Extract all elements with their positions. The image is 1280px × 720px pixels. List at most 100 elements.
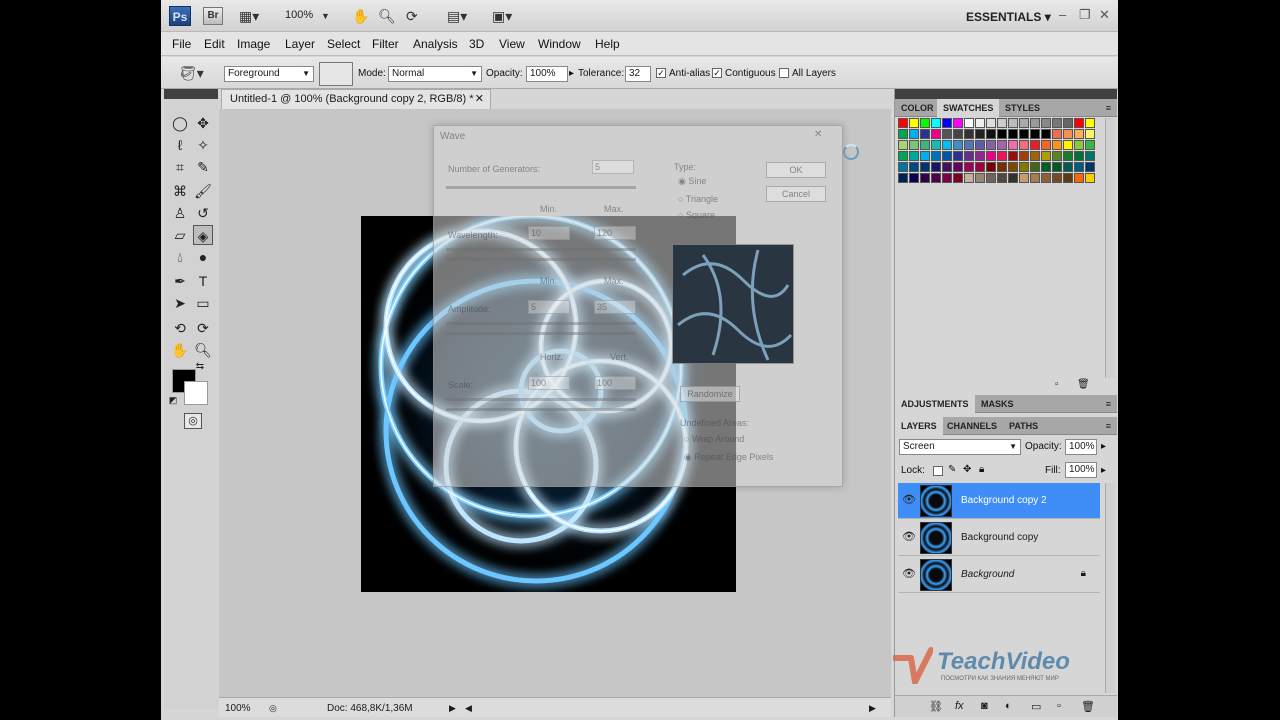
color-swatch[interactable]: [986, 173, 996, 183]
tab-channels[interactable]: CHANNELS: [941, 417, 1003, 435]
color-swatch[interactable]: [1085, 140, 1095, 150]
scale-slider-top[interactable]: [446, 398, 636, 401]
color-swatch[interactable]: [931, 162, 941, 172]
rectangle-tool-icon[interactable]: ▭: [193, 293, 213, 313]
color-swatch[interactable]: [920, 173, 930, 183]
color-swatch[interactable]: [942, 151, 952, 161]
wrap-around-radio[interactable]: ○ Wrap Around: [684, 434, 744, 444]
color-swatch[interactable]: [1085, 173, 1095, 183]
color-swatch[interactable]: [1019, 173, 1029, 183]
zoom-icon[interactable]: 🔍︎: [378, 7, 396, 25]
adjustments-menu-icon[interactable]: ≡: [1106, 399, 1111, 409]
color-swatch[interactable]: [1063, 140, 1073, 150]
color-swatch[interactable]: [975, 140, 985, 150]
color-swatch[interactable]: [997, 129, 1007, 139]
color-swatch[interactable]: [898, 129, 908, 139]
color-swatch[interactable]: [1052, 129, 1062, 139]
color-swatch[interactable]: [1019, 151, 1029, 161]
color-swatch[interactable]: [1030, 140, 1040, 150]
color-swatch[interactable]: [898, 118, 908, 128]
menu-help[interactable]: Help: [595, 37, 620, 51]
wavelength-max-input[interactable]: 120: [594, 226, 636, 240]
swap-colors-icon[interactable]: ⇆: [194, 361, 206, 373]
color-swatch[interactable]: [1041, 118, 1051, 128]
crop-tool-icon[interactable]: ⌗: [170, 157, 190, 177]
magic-wand-tool-icon[interactable]: ✧: [193, 135, 213, 155]
generators-slider[interactable]: [446, 186, 636, 189]
color-swatch[interactable]: [1041, 151, 1051, 161]
color-swatch[interactable]: [1041, 162, 1051, 172]
amplitude-min-input[interactable]: 5: [528, 300, 570, 314]
color-swatch[interactable]: [931, 129, 941, 139]
amplitude-slider-bottom[interactable]: [446, 332, 636, 335]
scroll-left-icon[interactable]: ◀: [465, 703, 472, 714]
status-info-icon[interactable]: ◎: [269, 703, 277, 714]
color-swatch[interactable]: [898, 162, 908, 172]
3d-orbit-tool-icon[interactable]: ⟳: [193, 318, 213, 338]
amplitude-max-input[interactable]: 35: [594, 300, 636, 314]
menu-layer[interactable]: Layer: [285, 37, 315, 51]
lock-position-icon[interactable]: ✥: [963, 464, 971, 475]
menu-view[interactable]: View: [499, 37, 525, 51]
layer-row[interactable]: 👁︎ Background 🔒︎: [898, 557, 1100, 593]
color-swatch[interactable]: [964, 151, 974, 161]
color-swatch[interactable]: [909, 162, 919, 172]
lock-all-icon[interactable]: 🔒︎: [979, 464, 984, 475]
color-swatch[interactable]: [953, 162, 963, 172]
color-swatch[interactable]: [986, 129, 996, 139]
bridge-button[interactable]: Br: [203, 7, 223, 25]
generators-input[interactable]: 5: [592, 160, 634, 174]
quick-mask-icon[interactable]: ◎: [184, 413, 202, 429]
default-colors-icon[interactable]: ◩: [168, 395, 178, 405]
color-swatch[interactable]: [1030, 151, 1040, 161]
eyedropper-tool-icon[interactable]: ✎: [193, 157, 213, 177]
dodge-tool-icon[interactable]: ●: [193, 247, 213, 267]
color-swatch[interactable]: [942, 162, 952, 172]
type-triangle-radio[interactable]: ○ Triangle: [678, 194, 718, 204]
zoom-tool-icon[interactable]: 🔍︎: [193, 340, 213, 360]
path-selection-tool-icon[interactable]: ➤: [170, 293, 190, 313]
pen-tool-icon[interactable]: ✒: [170, 271, 190, 291]
tools-panel-header[interactable]: [164, 89, 218, 99]
color-swatch[interactable]: [1085, 162, 1095, 172]
color-swatch[interactable]: [975, 129, 985, 139]
minimize-icon[interactable]: –: [1059, 7, 1066, 22]
blur-tool-icon[interactable]: 💧︎: [170, 247, 190, 267]
color-swatch[interactable]: [1074, 129, 1084, 139]
color-swatch[interactable]: [975, 118, 985, 128]
color-swatch[interactable]: [1041, 173, 1051, 183]
move-tool-icon[interactable]: ✥: [193, 113, 213, 133]
color-swatch[interactable]: [1085, 118, 1095, 128]
color-swatch[interactable]: [986, 140, 996, 150]
cancel-button[interactable]: Cancel: [766, 186, 826, 202]
color-swatch[interactable]: [1052, 140, 1062, 150]
history-brush-tool-icon[interactable]: ↺: [193, 203, 213, 223]
layers-scrollbar[interactable]: [1105, 483, 1115, 693]
tab-masks[interactable]: MASKS: [975, 395, 1020, 413]
color-swatch[interactable]: [931, 118, 941, 128]
type-sine-radio[interactable]: ◉ Sine: [678, 176, 706, 187]
tab-swatches[interactable]: SWATCHES: [937, 99, 1000, 117]
status-menu-arrow-icon[interactable]: ▶: [449, 703, 456, 714]
eye-icon[interactable]: 👁︎: [902, 493, 916, 507]
tab-paths[interactable]: PATHS: [1003, 417, 1044, 435]
panels-dock-header[interactable]: [895, 89, 1117, 99]
delete-swatch-icon[interactable]: 🗑︎: [1077, 379, 1090, 390]
delete-layer-icon[interactable]: 🗑︎: [1081, 700, 1095, 713]
restore-icon[interactable]: ❐: [1079, 7, 1091, 23]
scale-vert-input[interactable]: 100: [594, 376, 636, 390]
menu-analysis[interactable]: Analysis: [413, 37, 458, 51]
randomize-button[interactable]: Randomize: [680, 386, 740, 402]
tolerance-input[interactable]: 32: [625, 66, 651, 82]
color-swatch[interactable]: [964, 129, 974, 139]
color-swatch[interactable]: [997, 151, 1007, 161]
hand-tool-icon[interactable]: ✋: [170, 340, 190, 360]
document-tab[interactable]: Untitled-1 @ 100% (Background copy 2, RG…: [221, 89, 491, 109]
color-swatch[interactable]: [942, 173, 952, 183]
eye-icon[interactable]: 👁︎: [902, 567, 916, 581]
layer-opacity-arrow-icon[interactable]: ▸: [1101, 441, 1106, 452]
menu-image[interactable]: Image: [237, 37, 270, 51]
color-swatch[interactable]: [931, 140, 941, 150]
3d-rotate-tool-icon[interactable]: ⟲: [170, 318, 190, 338]
color-swatch[interactable]: [1063, 173, 1073, 183]
